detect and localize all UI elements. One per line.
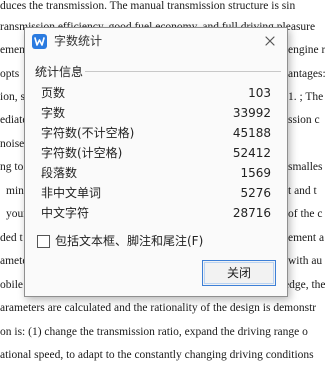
stat-label: 字数	[41, 106, 66, 120]
stat-label: 字符数(不计空格)	[41, 126, 135, 140]
stat-label: 字符数(计空格)	[41, 146, 123, 160]
stat-value: 28716	[232, 206, 271, 220]
doc-line: duces the transmission. The manual trans…	[0, 0, 296, 12]
close-icon[interactable]	[262, 33, 278, 49]
stat-label: 中文字符	[41, 206, 90, 220]
doc-line: on is: (1) change the transmission ratio…	[0, 326, 308, 338]
stat-row-paragraphs: 段落数 1569	[41, 164, 271, 182]
stat-label: 页数	[41, 86, 66, 100]
stat-value: 103	[248, 86, 271, 100]
dialog-titlebar[interactable]: 字数统计	[25, 28, 287, 56]
wps-writer-icon	[32, 34, 47, 49]
stat-row-non-chinese-words: 非中文单词 5276	[41, 184, 271, 202]
stat-value: 5276	[240, 186, 271, 200]
word-count-dialog: 字数统计 统计信息 页数 103 字数 33992 字符数(不计空格) 4518…	[24, 27, 288, 297]
include-textboxes-checkbox[interactable]	[37, 235, 50, 248]
stat-row-chinese-chars: 中文字符 28716	[41, 204, 271, 222]
stat-value: 52412	[232, 146, 271, 160]
close-button[interactable]: 关闭	[202, 260, 276, 286]
stat-value: 1569	[240, 166, 271, 180]
doc-line: ational speed, to adapt to the constantl…	[0, 349, 314, 361]
include-textboxes-label[interactable]: 包括文本框、脚注和尾注(F)	[55, 234, 203, 249]
dialog-title: 字数统计	[54, 34, 103, 48]
stat-row-chars-no-spaces: 字符数(不计空格) 45188	[41, 124, 271, 142]
doc-line: arameters are calculated and the rationa…	[0, 302, 317, 314]
stat-label: 段落数	[41, 166, 78, 180]
stat-value: 33992	[232, 106, 271, 120]
stat-row-chars-with-spaces: 字符数(计空格) 52412	[41, 144, 271, 162]
stat-value: 45188	[232, 126, 271, 140]
stat-row-words: 字数 33992	[41, 104, 271, 122]
stat-label: 非中文单词	[41, 186, 102, 200]
stat-row-pages: 页数 103	[41, 84, 271, 102]
statistics-group-title: 统计信息	[33, 64, 86, 80]
